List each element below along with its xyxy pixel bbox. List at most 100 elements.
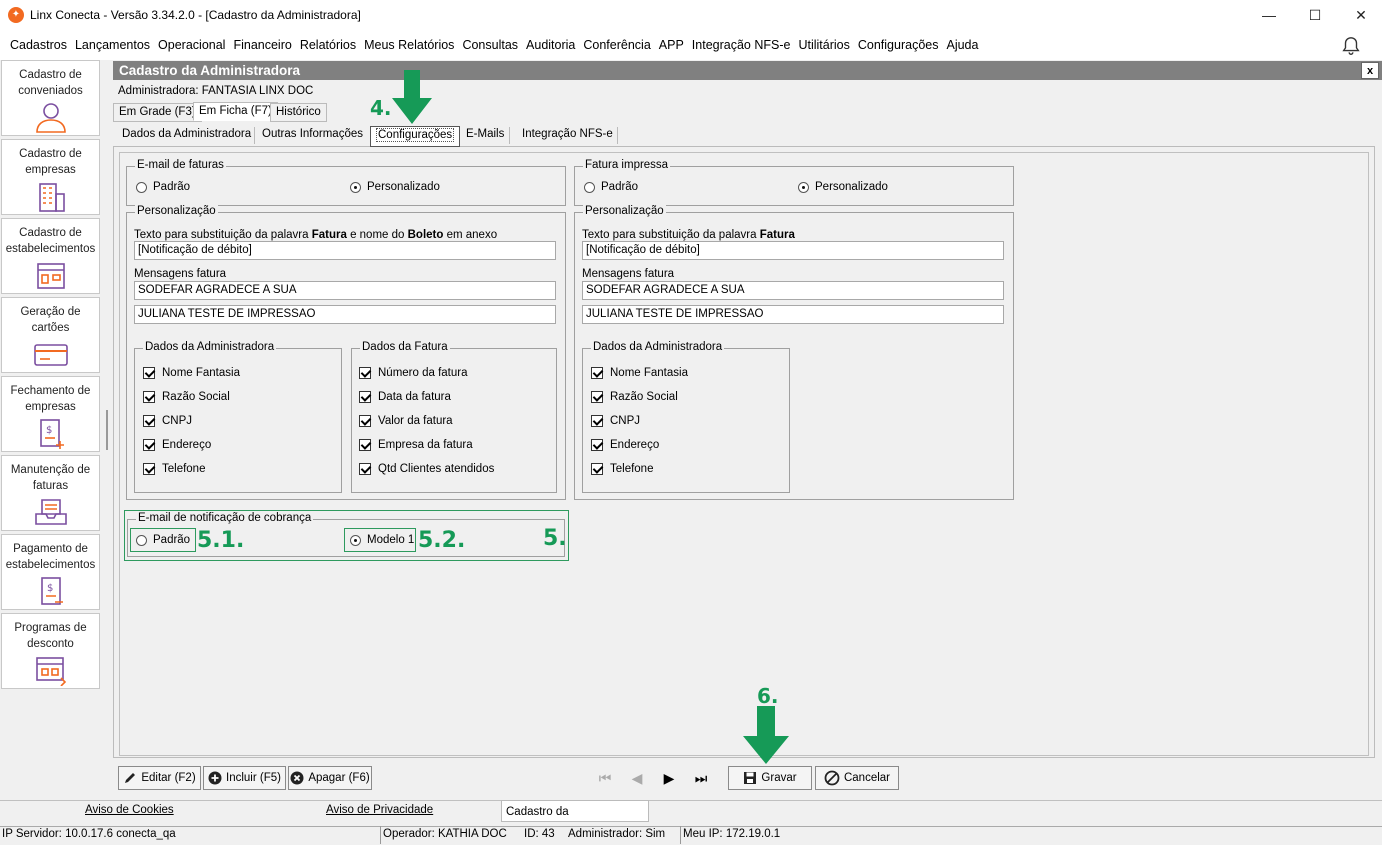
chk-qtd-clientes[interactable]: Qtd Clientes atendidos [359,463,494,475]
menu-integracao-nfse[interactable]: Integração NFS-e [688,38,795,52]
radio-circle [136,181,147,193]
chk-cnpj[interactable]: CNPJ [143,415,192,427]
chk-data-fatura[interactable]: Data da fatura [359,391,451,403]
gravar-button[interactable]: Gravar [728,766,812,790]
tab-dados-administradora[interactable]: Dados da Administradora [117,126,256,145]
dados-administradora-legend: Dados da Administradora [591,341,725,353]
menu-relatorios[interactable]: Relatórios [296,38,360,52]
chk-impressa-telefone[interactable]: Telefone [591,463,653,475]
operador-id: ID: 43 [524,828,555,840]
tab-em-ficha[interactable]: Em Ficha (F7) [193,102,278,121]
tab-outras-informacoes[interactable]: Outras Informações [257,126,368,145]
radio-circle [350,181,361,193]
menu-app[interactable]: APP [655,38,688,52]
window-title: Linx Conecta - Versão 3.34.2.0 - [Cadast… [30,8,361,22]
open-window-tab[interactable]: Cadastro da Administradora [501,800,649,840]
menu-auditoria[interactable]: Auditoria [522,38,579,52]
radio-label: Personalizado [367,181,440,193]
form-close-button[interactable]: x [1361,62,1379,79]
email-cobranca-padrao-radio[interactable]: Padrão [136,534,190,546]
fatura-impressa-padrao-radio[interactable]: Padrão [584,181,638,193]
menu-consultas[interactable]: Consultas [458,38,522,52]
chk-impressa-nome-fantasia[interactable]: Nome Fantasia [591,367,688,379]
menu-items: Cadastros Lançamentos Operacional Financ… [6,38,982,52]
tab-separator [509,127,510,144]
ip-servidor: IP Servidor: 10.0.17.6 conecta_qa [2,828,176,840]
close-button[interactable]: ✕ [1338,0,1382,30]
chk-impressa-endereco[interactable]: Endereço [591,439,659,451]
chk-telefone[interactable]: Telefone [143,463,205,475]
menu-financeiro[interactable]: Financeiro [229,38,295,52]
menu-conferencia[interactable]: Conferência [579,38,654,52]
sidebar-item-faturas[interactable]: Manutenção de faturas [1,455,100,531]
first-record-icon[interactable]: ⏮ [594,768,616,788]
sidebar-item-fechamento[interactable]: Fechamento de empresas $ [1,376,100,452]
tab-integracao-nfse[interactable]: Integração NFS-e [517,126,618,145]
sidebar-item-conveniados[interactable]: Cadastro de conveniados [1,60,100,136]
tab-emails[interactable]: E-Mails [461,126,509,145]
meu-ip: Meu IP: 172.19.0.1 [683,828,781,840]
menu-ajuda[interactable]: Ajuda [942,38,982,52]
menu-utilitarios[interactable]: Utilitários [794,38,853,52]
mensagem-impressa-1-input[interactable]: SODEFAR AGRADECE A SUA [582,281,1004,300]
button-label: Editar (F2) [141,772,196,784]
radio-circle [350,534,361,546]
sidebar-item-label: Manutenção de faturas [10,464,91,492]
last-record-icon[interactable]: ⏭ [690,768,712,788]
aviso-privacidade-link[interactable]: Aviso de Privacidade [326,804,433,816]
maximize-button[interactable]: ☐ [1292,0,1338,30]
texto-substituicao-input[interactable]: [Notificação de débito] [134,241,556,260]
bell-icon[interactable] [1340,35,1362,57]
email-faturas-padrao-radio[interactable]: Padrão [136,181,190,193]
invoice-pay-icon: $ [40,577,63,605]
tab-configuracoes[interactable]: Configurações [370,126,461,147]
menu-cadastros[interactable]: Cadastros [6,38,71,52]
sidebar-item-pagamento[interactable]: Pagamento de estabelecimentos $ [1,534,100,610]
sidebar-item-estabelecimentos[interactable]: Cadastro de estabelecimentos [1,218,100,294]
chk-numero-fatura[interactable]: Número da fatura [359,367,468,379]
sidebar-item-label: Cadastro de estabelecimentos [5,227,96,255]
email-faturas-legend: E-mail de faturas [135,159,226,171]
mensagem-impressa-2-input[interactable]: JULIANA TESTE DE IMPRESSAO [582,305,1004,324]
splitter-grip[interactable] [106,410,108,450]
sidebar-item-empresas[interactable]: Cadastro de empresas [1,139,100,215]
email-cobranca-modelo1-radio[interactable]: Modelo 1 [350,534,414,546]
plus-circle-icon [208,771,222,785]
texto-substituicao-impressa-input[interactable]: [Notificação de débito] [582,241,1004,260]
email-faturas-personalizado-radio[interactable]: Personalizado [350,181,440,193]
chk-endereco[interactable]: Endereço [143,439,211,451]
previous-record-icon[interactable]: ◀ [626,768,648,788]
chk-valor-fatura[interactable]: Valor da fatura [359,415,453,427]
sidebar-item-desconto[interactable]: Programas de desconto [1,613,100,689]
chk-impressa-razao-social[interactable]: Razão Social [591,391,678,403]
apagar-button[interactable]: Apagar (F6) [288,766,372,790]
chk-impressa-cnpj[interactable]: CNPJ [591,415,640,427]
menu-lancamentos[interactable]: Lançamentos [71,38,154,52]
incluir-button[interactable]: Incluir (F5) [203,766,286,790]
fatura-impressa-personalizado-radio[interactable]: Personalizado [798,181,888,193]
menu-meus-relatorios[interactable]: Meus Relatórios [360,38,458,52]
mensagem-fatura-1-input[interactable]: SODEFAR AGRADECE A SUA [134,281,556,300]
tab-em-grade[interactable]: Em Grade (F3) [113,103,202,122]
radio-circle [798,181,809,193]
tab-historico[interactable]: Histórico [270,103,327,122]
chk-razao-social[interactable]: Razão Social [143,391,230,403]
sidebar-item-cartoes[interactable]: Geração de cartões [1,297,100,373]
next-record-icon[interactable]: ▶ [658,768,680,788]
aviso-cookies-link[interactable]: Aviso de Cookies [85,804,174,816]
sidebar-item-label: Geração de cartões [20,306,81,334]
cancelar-button[interactable]: Cancelar [815,766,899,790]
menu-configuracoes[interactable]: Configurações [854,38,943,52]
mensagem-fatura-2-input[interactable]: JULIANA TESTE DE IMPRESSAO [134,305,556,324]
texto-substituicao-label: Texto para substituição da palavra Fatur… [134,229,498,241]
menu-operacional[interactable]: Operacional [154,38,229,52]
sidebar-item-label: Cadastro de conveniados [18,69,83,97]
annotation-5-1: 5.1. [197,528,245,553]
chk-empresa-fatura[interactable]: Empresa da fatura [359,439,473,451]
editar-button[interactable]: Editar (F2) [118,766,201,790]
minimize-button[interactable]: — [1246,0,1292,30]
sidebar-item-label: Programas de desconto [14,622,87,650]
save-icon [744,772,757,784]
svg-text:$: $ [46,425,52,436]
chk-nome-fantasia[interactable]: Nome Fantasia [143,367,240,379]
